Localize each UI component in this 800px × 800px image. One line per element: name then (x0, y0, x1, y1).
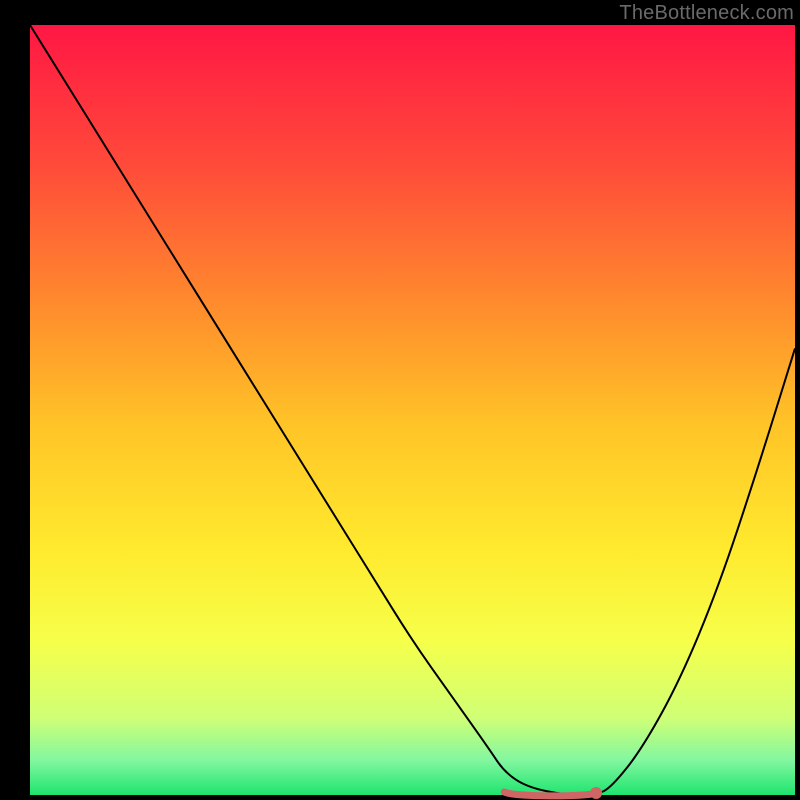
gradient-background (30, 25, 795, 795)
flat-minimum-end-dot (590, 787, 602, 799)
chart-frame: TheBottleneck.com (0, 0, 800, 800)
flat-minimum-segment (504, 792, 596, 796)
watermark-text: TheBottleneck.com (619, 2, 794, 25)
bottleneck-chart (0, 0, 800, 800)
